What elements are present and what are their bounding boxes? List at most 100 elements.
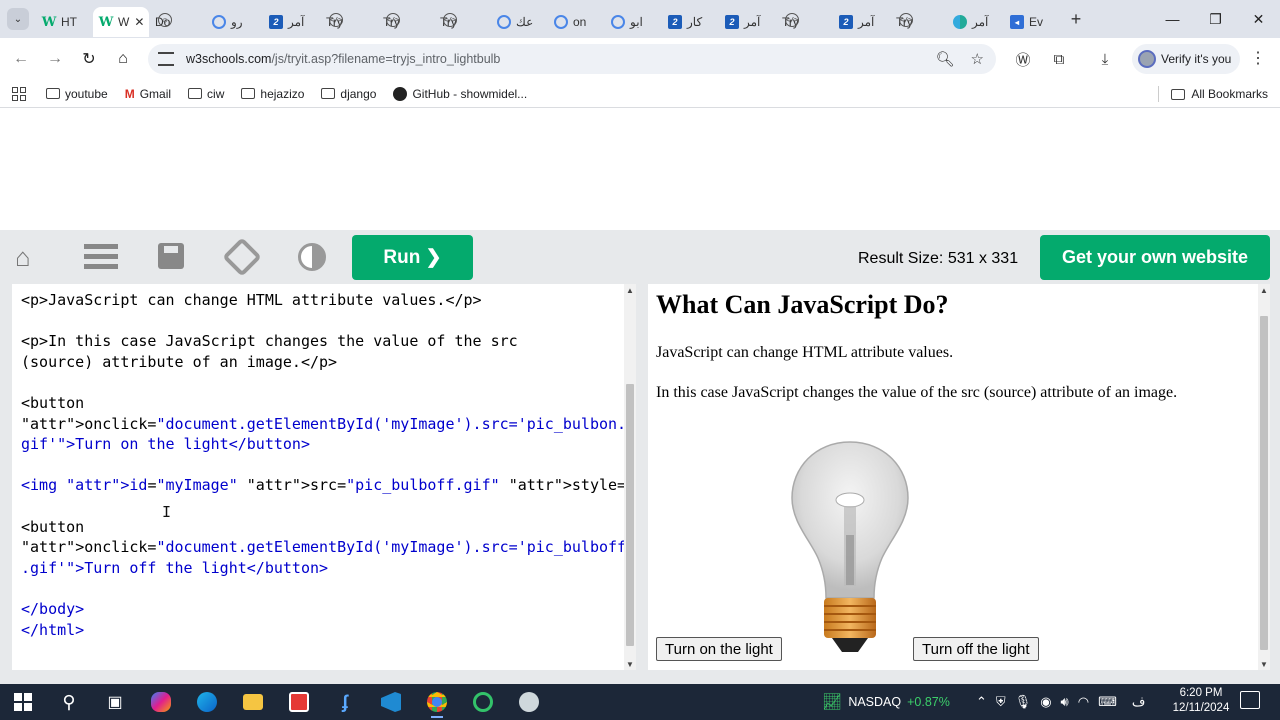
- minimize-button[interactable]: —: [1151, 0, 1194, 38]
- bookmark-item[interactable]: ciw: [188, 87, 224, 101]
- camera-icon[interactable]: ◉: [1040, 694, 1051, 710]
- result-heading: What Can JavaScript Do?: [656, 290, 949, 319]
- copilot-icon[interactable]: [138, 684, 184, 720]
- security-icon[interactable]: ⛨: [996, 694, 1006, 710]
- clock[interactable]: 6:20 PM 12/11/2024: [1168, 686, 1234, 716]
- browser-tab[interactable]: 2 آمر: [263, 7, 320, 37]
- window-controls: — ❐ ✕: [1151, 0, 1280, 38]
- result-scrollbar[interactable]: ▲ ▼: [1258, 284, 1270, 670]
- scroll-down-arrow-icon[interactable]: ▼: [624, 658, 636, 670]
- folder-icon: [188, 88, 203, 99]
- browser-tab[interactable]: on: [548, 7, 605, 37]
- browser-tab[interactable]: ◷ Do: [149, 7, 206, 37]
- editor-scrollbar[interactable]: ▲ ▼: [624, 284, 636, 670]
- bookmark-star-icon[interactable]: ☆: [971, 50, 984, 68]
- menu-kebab-icon[interactable]: ⋮: [1250, 48, 1266, 68]
- microphone-icon[interactable]: 🎙︎: [1015, 694, 1032, 710]
- get-own-website-button[interactable]: Get your own website: [1040, 235, 1270, 280]
- result-paragraph-1: JavaScript can change HTML attribute val…: [656, 344, 954, 361]
- browser-tab[interactable]: W W ✕: [93, 7, 149, 37]
- browser-tab[interactable]: آمر: [947, 7, 1004, 37]
- bookmark-item[interactable]: M Gmail: [125, 87, 171, 101]
- app-icon[interactable]: [460, 684, 506, 720]
- language-indicator[interactable]: ف: [1132, 694, 1145, 710]
- browser-tab[interactable]: 2 كار: [662, 7, 719, 37]
- edge-icon[interactable]: [184, 684, 230, 720]
- keyboard-icon[interactable]: ⌨: [1098, 694, 1117, 710]
- back-button[interactable]: ←: [4, 42, 38, 76]
- scroll-up-arrow-icon[interactable]: ▲: [624, 284, 636, 296]
- turn-off-button[interactable]: Turn off the light: [913, 637, 1039, 661]
- all-bookmarks-button[interactable]: All Bookmarks: [1171, 87, 1268, 101]
- bookmark-item[interactable]: hejazizo: [241, 87, 304, 101]
- browser-tab[interactable]: ◂ Ev: [1004, 7, 1061, 37]
- close-tab-icon[interactable]: ✕: [134, 15, 144, 29]
- restore-button[interactable]: ❐: [1194, 0, 1237, 38]
- close-window-button[interactable]: ✕: [1237, 0, 1280, 38]
- clock-icon: ◷: [158, 13, 172, 27]
- tab-search-button[interactable]: ⌄: [0, 0, 36, 38]
- app-icon[interactable]: [506, 684, 552, 720]
- tab-title: W: [118, 15, 130, 29]
- browser-tab[interactable]: </> Try: [776, 7, 833, 37]
- chevron-up-icon[interactable]: ⌃: [976, 694, 987, 710]
- menu-icon[interactable]: [84, 244, 118, 270]
- wordpress-extension-icon[interactable]: Ⓦ: [1010, 44, 1036, 74]
- bookmark-item[interactable]: youtube: [46, 87, 108, 101]
- tab-title: رو: [231, 15, 243, 29]
- browser-tab[interactable]: 2 آمر: [833, 7, 890, 37]
- browser-tab[interactable]: رو: [206, 7, 263, 37]
- start-button[interactable]: [0, 684, 46, 720]
- site-info-icon[interactable]: [158, 52, 174, 66]
- stock-widget[interactable]: 📈︎ NASDAQ +0.87%: [822, 684, 950, 720]
- extensions-icon[interactable]: ⧉: [1046, 44, 1072, 74]
- home-icon[interactable]: ⌂: [15, 242, 31, 273]
- forward-button[interactable]: →: [38, 42, 72, 76]
- scrollbar-thumb[interactable]: [1260, 316, 1268, 650]
- notification-icon[interactable]: [1240, 691, 1260, 709]
- contrast-icon[interactable]: [298, 243, 326, 271]
- save-icon[interactable]: [158, 243, 184, 269]
- wifi-icon[interactable]: ◠: [1078, 694, 1089, 710]
- new-tab-button[interactable]: +: [1061, 4, 1091, 34]
- home-button[interactable]: ⌂: [106, 42, 140, 76]
- vscode-icon[interactable]: [368, 684, 414, 720]
- browser-tab[interactable]: </> Try: [320, 7, 377, 37]
- browser-tab[interactable]: 2 آمر: [719, 7, 776, 37]
- bookmark-item[interactable]: django: [321, 87, 376, 101]
- code-editor[interactable]: <p>JavaScript can change HTML attribute …: [12, 284, 636, 670]
- scroll-up-arrow-icon[interactable]: ▲: [1258, 284, 1270, 296]
- task-view-icon[interactable]: ▣: [92, 684, 138, 720]
- app-icon[interactable]: [276, 684, 322, 720]
- scrollbar-thumb[interactable]: [626, 384, 634, 646]
- apps-grid-icon[interactable]: [12, 86, 26, 101]
- file-explorer-icon[interactable]: [230, 684, 276, 720]
- browser-tab[interactable]: W HT: [36, 7, 93, 37]
- code-icon: </>: [443, 13, 457, 27]
- download-icon[interactable]: ⤓: [1092, 44, 1118, 74]
- browser-tab[interactable]: </> Try: [434, 7, 491, 37]
- browser-toolbar: ← → ↻ ⌂ w3schools.com/js/tryit.asp?filen…: [0, 38, 1280, 80]
- bookmark-item[interactable]: GitHub - showmidel...: [393, 86, 527, 101]
- folder-icon: [321, 88, 336, 99]
- run-button[interactable]: Run ❯: [352, 235, 473, 280]
- code-text[interactable]: <p>JavaScript can change HTML attribute …: [21, 290, 636, 640]
- browser-tab[interactable]: </> Try: [890, 7, 947, 37]
- result-paragraph-2: In this case JavaScript changes the valu…: [656, 384, 1178, 401]
- browser-tab[interactable]: عك: [491, 7, 548, 37]
- folder-icon: [46, 88, 60, 99]
- search-icon[interactable]: ⚲: [46, 684, 92, 720]
- google-icon: [554, 15, 568, 29]
- url-host: w3schools.com: [186, 52, 272, 66]
- chrome-icon[interactable]: [414, 684, 460, 720]
- turn-on-button[interactable]: Turn on the light: [656, 637, 782, 661]
- reload-button[interactable]: ↻: [72, 42, 106, 76]
- volume-icon[interactable]: 🔊︎: [1061, 694, 1069, 710]
- zoom-icon[interactable]: 🔍︎: [936, 50, 955, 68]
- address-bar[interactable]: w3schools.com/js/tryit.asp?filename=tryj…: [148, 44, 996, 74]
- app-icon[interactable]: ʄ: [322, 684, 368, 720]
- scroll-down-arrow-icon[interactable]: ▼: [1258, 658, 1270, 670]
- browser-tab[interactable]: ابو: [605, 7, 662, 37]
- browser-tab[interactable]: </> Try: [377, 7, 434, 37]
- profile-button[interactable]: Verify it's you: [1132, 44, 1240, 74]
